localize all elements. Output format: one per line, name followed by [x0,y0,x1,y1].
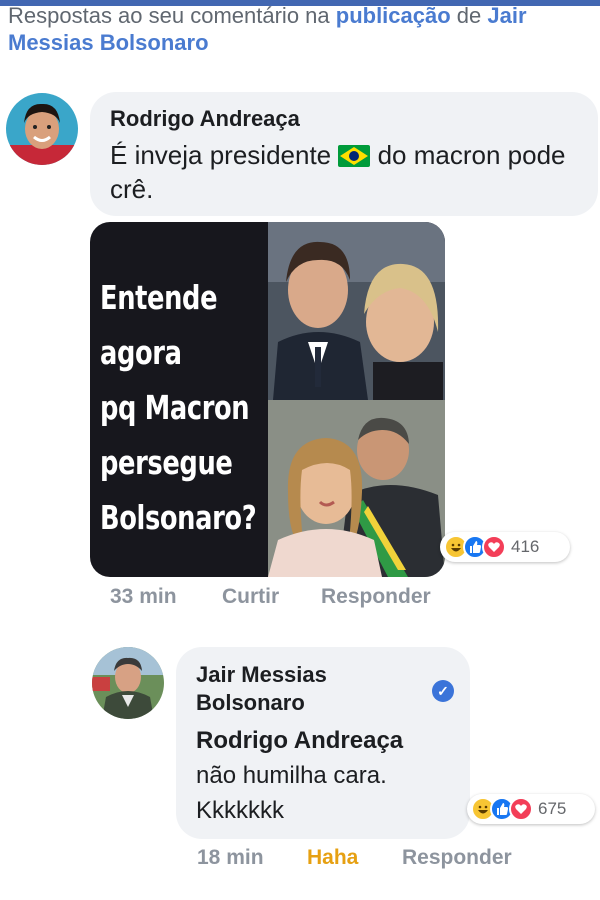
meme-line: Entende [100,278,218,317]
love-reaction-icon [509,797,533,821]
notification-header: Respostas ao seu comentário na publicaçã… [8,2,598,56]
avatar-jair[interactable] [92,647,164,719]
love-reaction-icon [482,535,506,559]
reaction-count: 416 [511,537,540,556]
reaction-count: 675 [538,799,567,818]
meme-photo-bottom [268,400,445,577]
meme-photo-top [268,222,445,400]
meme-image[interactable]: Entende agora pq Macron persegue Bolsona… [90,222,445,577]
meme-line: persegue [100,443,233,482]
brazil-flag-icon [338,145,371,167]
comment-text-line2: Kkkkkkk [196,797,285,824]
comment-text: É inveja presidente do macron pode crê. [110,138,580,206]
comment-author[interactable]: Jair Messias Bolsonaro [196,661,396,717]
header-prefix: Respostas ao seu comentário na [8,3,336,28]
comment-text-part1: É inveja presidente [110,140,339,170]
comment-time[interactable]: 18 min [197,846,264,870]
like-button[interactable]: Curtir [222,585,279,609]
comment-time[interactable]: 33 min [110,585,177,609]
meme-line: pq Macron [100,388,250,427]
header-mid: de [450,3,488,28]
verified-badge-icon: ✓ [432,680,454,702]
reply-button[interactable]: Responder [402,846,512,870]
reactions-summary[interactable]: 416 [440,532,570,562]
haha-button[interactable]: Haha [307,846,358,870]
meme-caption: Entende agora pq Macron persegue Bolsona… [100,270,257,545]
comment-author[interactable]: Rodrigo Andreaça [110,106,300,132]
comment-bubble-rodrigo: Rodrigo Andreaça É inveja presidente do … [90,92,598,216]
comment-actions: 33 min Curtir Responder [0,585,600,615]
reactions-summary[interactable]: 675 [467,794,595,824]
avatar-rodrigo[interactable] [6,93,78,165]
comment-text-line1: não humilha cara. [196,762,387,789]
meme-line: agora [100,333,182,372]
meme-line: Bolsonaro? [100,498,257,537]
comment-actions: 18 min Haha Responder [0,846,600,876]
post-link[interactable]: publicação [336,3,451,28]
reply-button[interactable]: Responder [321,585,431,609]
comment-bubble-jair: Jair Messias Bolsonaro ✓ Rodrigo Andreaç… [176,647,470,839]
mention-link[interactable]: Rodrigo Andreaça [196,727,403,755]
